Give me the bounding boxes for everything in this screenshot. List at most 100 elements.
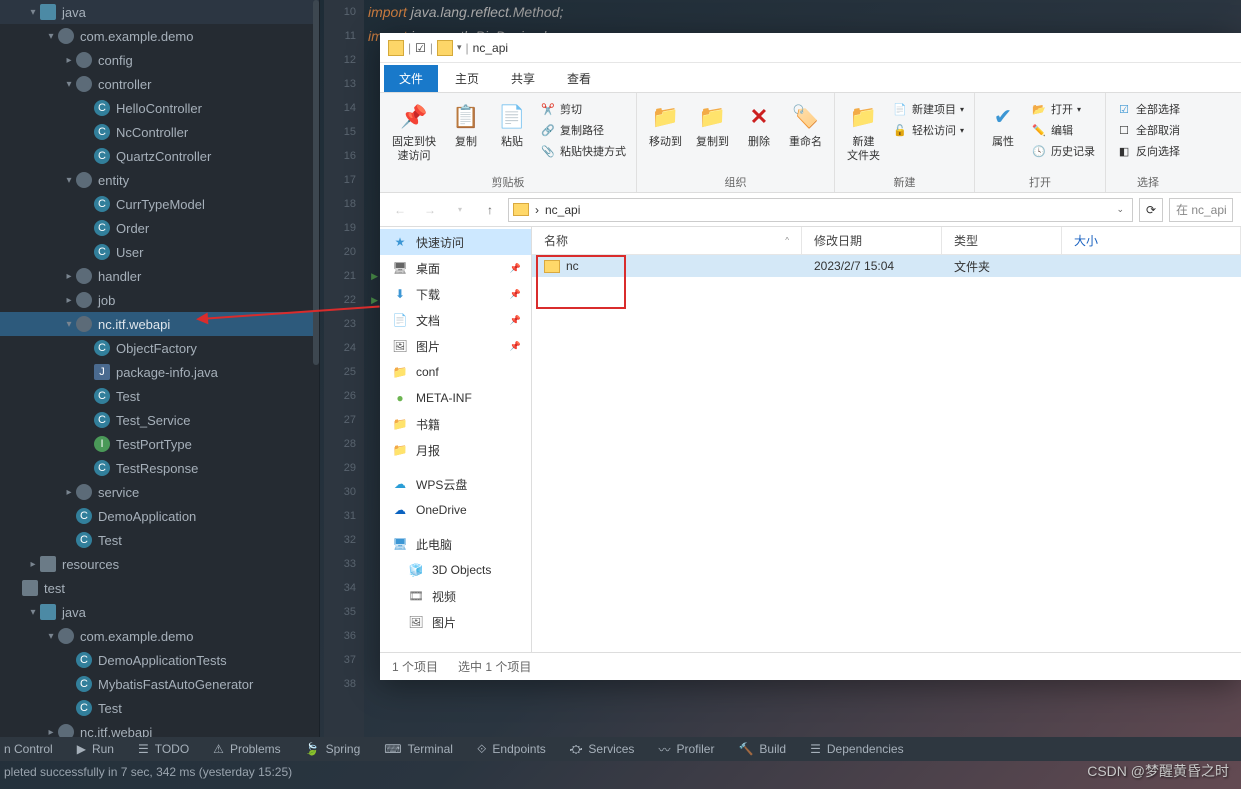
tree-node[interactable]: ▾entity	[0, 168, 319, 192]
col-type[interactable]: 类型	[942, 227, 1062, 254]
gutter-line[interactable]: 11	[324, 24, 364, 48]
sidebar-item[interactable]: 📄文档📌	[380, 307, 531, 333]
tool-n-control[interactable]: n Control	[4, 742, 53, 756]
tab-view[interactable]: 查看	[552, 65, 606, 92]
pin-button[interactable]: 📌固定到快 速访问	[386, 97, 442, 172]
sidebar-item[interactable]: 📁月报	[380, 437, 531, 463]
path-item[interactable]: nc_api	[545, 203, 580, 217]
tree-node[interactable]: ▸service	[0, 480, 319, 504]
back-button[interactable]: ←	[388, 198, 412, 222]
gutter-line[interactable]: 10	[324, 0, 364, 24]
paste-button[interactable]: 📄粘贴	[490, 97, 534, 172]
tree-node[interactable]: CTest	[0, 384, 319, 408]
sidebar-item[interactable]: 🖼图片	[380, 609, 531, 635]
sidebar-item[interactable]: 🎞视频	[380, 583, 531, 609]
tree-node[interactable]: CCurrTypeModel	[0, 192, 319, 216]
gutter-line[interactable]: 26	[324, 384, 364, 408]
gutter-line[interactable]: 24	[324, 336, 364, 360]
tree-node[interactable]: COrder	[0, 216, 319, 240]
paste-shortcut-button[interactable]: 📎粘贴快捷方式	[536, 141, 630, 161]
tab-home[interactable]: 主页	[440, 65, 494, 92]
tree-node[interactable]: CUser	[0, 240, 319, 264]
gutter-line[interactable]: 12	[324, 48, 364, 72]
tree-node[interactable]: ▾com.example.demo	[0, 24, 319, 48]
tab-share[interactable]: 共享	[496, 65, 550, 92]
invert-selection-button[interactable]: ◧反向选择	[1112, 141, 1184, 161]
gutter-line[interactable]: 34	[324, 576, 364, 600]
explorer-sidebar[interactable]: ★快速访问🖥桌面📌⬇下载📌📄文档📌🖼图片📌📁conf●META-INF📁书籍📁月…	[380, 227, 532, 652]
sidebar-item[interactable]: ☁WPS云盘	[380, 471, 531, 497]
gutter-line[interactable]: 23	[324, 312, 364, 336]
tree-node[interactable]: CTest	[0, 696, 319, 720]
tree-node[interactable]: ▸handler	[0, 264, 319, 288]
col-date[interactable]: 修改日期	[802, 227, 942, 254]
delete-button[interactable]: ✕删除	[737, 97, 781, 172]
new-folder-button[interactable]: 📁新建 文件夹	[841, 97, 886, 172]
tree-node[interactable]: Jpackage-info.java	[0, 360, 319, 384]
tree-node[interactable]: CTest	[0, 528, 319, 552]
gutter-line[interactable]: 25	[324, 360, 364, 384]
gutter-line[interactable]: 31	[324, 504, 364, 528]
gutter-line[interactable]: 30	[324, 480, 364, 504]
tool-profiler[interactable]: 〰Profiler	[658, 741, 714, 758]
sidebar-item[interactable]: ●META-INF	[380, 385, 531, 411]
col-size[interactable]: 大小	[1062, 227, 1241, 254]
gutter-line[interactable]: 37	[324, 648, 364, 672]
file-list[interactable]: nc2023/2/7 15:04文件夹	[532, 255, 1241, 652]
refresh-button[interactable]: ⟳	[1139, 198, 1163, 222]
sidebar-item[interactable]: 🖥桌面📌	[380, 255, 531, 281]
tree-node[interactable]: CTestResponse	[0, 456, 319, 480]
gutter-line[interactable]: 27	[324, 408, 364, 432]
gutter-line[interactable]: 20	[324, 240, 364, 264]
edit-button[interactable]: ✏️编辑	[1027, 120, 1099, 140]
tree-node[interactable]: CTest_Service	[0, 408, 319, 432]
tree-node[interactable]: ▾com.example.demo	[0, 624, 319, 648]
tool-run[interactable]: ▶Run	[77, 742, 114, 756]
history-button[interactable]: 🕓历史记录	[1027, 141, 1099, 161]
gutter-line[interactable]: 16	[324, 144, 364, 168]
tree-node[interactable]: ▾java	[0, 0, 319, 24]
open-button[interactable]: 📂打开▾	[1027, 99, 1099, 119]
tree-node[interactable]: ▸job	[0, 288, 319, 312]
select-none-button[interactable]: ☐全部取消	[1112, 120, 1184, 140]
gutter-line[interactable]: 29	[324, 456, 364, 480]
tool-spring[interactable]: 🍃Spring	[305, 742, 361, 756]
search-box[interactable]: 在 nc_api	[1169, 198, 1233, 222]
tree-node[interactable]: ▾nc.itf.webapi	[0, 312, 319, 336]
explorer-title-bar[interactable]: | ☑ | ▾ | nc_api	[380, 33, 1241, 63]
forward-button[interactable]: →	[418, 198, 442, 222]
gutter-line[interactable]: 32	[324, 528, 364, 552]
sidebar-item[interactable]: ☁OneDrive	[380, 497, 531, 523]
tool-build[interactable]: 🔨Build	[738, 742, 786, 756]
gutter-line[interactable]: 38	[324, 672, 364, 696]
tab-file[interactable]: 文件	[384, 65, 438, 92]
tool-todo[interactable]: ☰TODO	[138, 742, 189, 756]
cut-button[interactable]: ✂️剪切	[536, 99, 630, 119]
chevron-down-icon[interactable]: ⌄	[1108, 204, 1132, 215]
gutter-line[interactable]: 18	[324, 192, 364, 216]
tree-node[interactable]: CNcController	[0, 120, 319, 144]
up-button[interactable]: ↑	[478, 198, 502, 222]
gutter-line[interactable]: 36	[324, 624, 364, 648]
select-all-button[interactable]: ☑全部选择	[1112, 99, 1184, 119]
gutter-line[interactable]: 17	[324, 168, 364, 192]
dropdown-icon[interactable]: ▾	[457, 42, 462, 53]
tree-node[interactable]: CDemoApplicationTests	[0, 648, 319, 672]
file-row[interactable]: nc2023/2/7 15:04文件夹	[532, 255, 1241, 277]
gutter-line[interactable]: 35	[324, 600, 364, 624]
new-item-button[interactable]: 📄新建项目▾	[888, 99, 968, 119]
sidebar-item[interactable]: 📁书籍	[380, 411, 531, 437]
gutter-line[interactable]: 13	[324, 72, 364, 96]
tree-node[interactable]: ▸resources	[0, 552, 319, 576]
tree-node[interactable]: CQuartzController	[0, 144, 319, 168]
recent-dropdown[interactable]: ▾	[448, 198, 472, 222]
tool-dependencies[interactable]: ☰Dependencies	[810, 742, 904, 756]
tree-node[interactable]: CObjectFactory	[0, 336, 319, 360]
copy-path-button[interactable]: 🔗复制路径	[536, 120, 630, 140]
tree-node[interactable]: ▾controller	[0, 72, 319, 96]
sidebar-item[interactable]: 🖼图片📌	[380, 333, 531, 359]
sidebar-item[interactable]: 🖥此电脑	[380, 531, 531, 557]
gutter-line[interactable]: 15	[324, 120, 364, 144]
easy-access-button[interactable]: 🔓轻松访问▾	[888, 120, 968, 140]
tree-node[interactable]: ▸config	[0, 48, 319, 72]
